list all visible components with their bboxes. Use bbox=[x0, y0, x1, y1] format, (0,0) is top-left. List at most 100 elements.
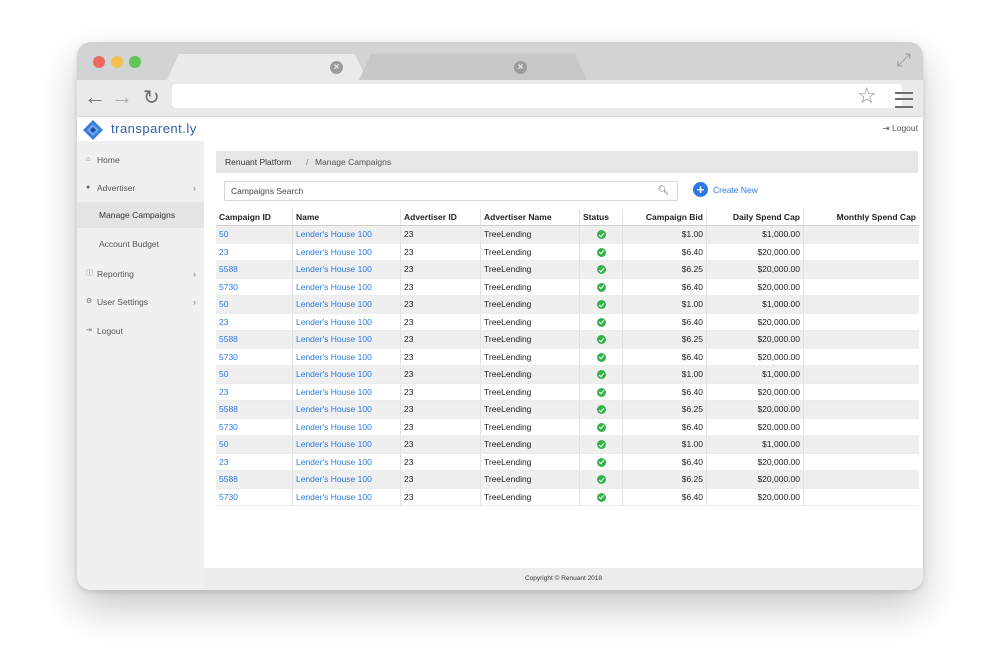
column-header[interactable]: Daily Spend Cap bbox=[706, 209, 804, 226]
table-body: 50 Lender's House 100 23 TreeLending $1.00 $1… bbox=[216, 225, 919, 506]
campaign-id-link[interactable]: 5588 bbox=[216, 470, 293, 489]
campaign-id-link[interactable]: 5730 bbox=[216, 278, 293, 296]
table-row[interactable]: 5730 Lender's House 100 23 TreeLending $6.40… bbox=[216, 278, 919, 296]
reload-icon[interactable]: ↻ bbox=[143, 85, 160, 110]
table-row[interactable]: 5730 Lender's House 100 23 TreeLending $6.40… bbox=[216, 488, 919, 506]
browser-menu-icon[interactable] bbox=[895, 92, 913, 108]
table-row[interactable]: 5588 Lender's House 100 23 TreeLending $6.25… bbox=[216, 400, 919, 419]
monthly-spend-cap-cell bbox=[803, 418, 919, 436]
campaign-name-link[interactable]: Lender's House 100 bbox=[292, 330, 401, 349]
sidebar-item-logout[interactable]: ⇥ Logout bbox=[77, 320, 204, 342]
sidebar-item-advertiser[interactable]: ● Advertiser › bbox=[77, 177, 204, 199]
table-row[interactable]: 23 Lender's House 100 23 TreeLending $6.40 $2… bbox=[216, 243, 919, 261]
sidebar: ⌂ Home ● Advertiser › Manage Campaigns A… bbox=[77, 141, 204, 590]
campaign-name-link[interactable]: Lender's House 100 bbox=[292, 418, 401, 436]
campaign-id-link[interactable]: 5588 bbox=[216, 260, 293, 279]
chevron-right-icon: › bbox=[193, 269, 196, 279]
campaign-name-link[interactable]: Lender's House 100 bbox=[292, 295, 401, 314]
table-row[interactable]: 5588 Lender's House 100 23 TreeLending $6.25… bbox=[216, 470, 919, 489]
campaign-id-link[interactable]: 5730 bbox=[216, 488, 293, 506]
advertiser-id-cell: 23 bbox=[400, 470, 481, 489]
campaign-search-input[interactable]: Campaigns Search 🔍︎ bbox=[224, 181, 678, 201]
campaign-name-link[interactable]: Lender's House 100 bbox=[292, 470, 401, 489]
address-bar[interactable] bbox=[172, 84, 902, 108]
monthly-spend-cap-cell bbox=[803, 243, 919, 261]
campaign-id-link[interactable]: 5730 bbox=[216, 418, 293, 436]
browser-tab-active[interactable]: × bbox=[167, 54, 367, 80]
campaign-id-link[interactable]: 50 bbox=[216, 295, 293, 314]
table-row[interactable]: 5588 Lender's House 100 23 TreeLending $6.25… bbox=[216, 260, 919, 279]
bookmark-star-icon[interactable]: ☆ bbox=[857, 83, 877, 109]
daily-spend-cap-cell: $1,000.00 bbox=[706, 225, 804, 244]
campaign-id-link[interactable]: 5588 bbox=[216, 330, 293, 349]
campaign-name-link[interactable]: Lender's House 100 bbox=[292, 400, 401, 419]
sidebar-item-home[interactable]: ⌂ Home bbox=[77, 149, 204, 171]
table-row[interactable]: 5730 Lender's House 100 23 TreeLending $6.40… bbox=[216, 348, 919, 366]
daily-spend-cap-cell: $20,000.00 bbox=[706, 330, 804, 349]
table-row[interactable]: 50 Lender's House 100 23 TreeLending $1.00 $1… bbox=[216, 225, 919, 244]
campaign-name-link[interactable]: Lender's House 100 bbox=[292, 488, 401, 506]
minimize-window-button[interactable] bbox=[111, 56, 123, 68]
advertiser-name-cell: TreeLending bbox=[480, 278, 580, 296]
campaign-name-link[interactable]: Lender's House 100 bbox=[292, 313, 401, 331]
browser-window: × × ⤢ ← → ↻ ☆ transparent.ly ⇥ Logout ⌂ … bbox=[77, 42, 923, 590]
column-header[interactable]: Advertiser ID bbox=[400, 209, 481, 226]
column-header[interactable]: Campaign Bid bbox=[622, 209, 707, 226]
campaign-id-link[interactable]: 5730 bbox=[216, 348, 293, 366]
maximize-window-button[interactable] bbox=[129, 56, 141, 68]
column-header[interactable]: Monthly Spend Cap bbox=[803, 209, 919, 226]
campaign-bid-cell: $6.25 bbox=[622, 400, 707, 419]
table-row[interactable]: 23 Lender's House 100 23 TreeLending $6.40 $2… bbox=[216, 313, 919, 331]
campaign-name-link[interactable]: Lender's House 100 bbox=[292, 348, 401, 366]
tab-close-icon[interactable]: × bbox=[330, 61, 343, 74]
forward-icon[interactable]: → bbox=[111, 84, 133, 110]
campaign-name-link[interactable]: Lender's House 100 bbox=[292, 453, 401, 471]
back-icon[interactable]: ← bbox=[84, 84, 106, 110]
table-row[interactable]: 50 Lender's House 100 23 TreeLending $1.00 $1… bbox=[216, 435, 919, 454]
campaign-bid-cell: $6.40 bbox=[622, 418, 707, 436]
check-circle-icon bbox=[596, 422, 606, 432]
campaign-id-link[interactable]: 5588 bbox=[216, 400, 293, 419]
search-icon[interactable]: 🔍︎ bbox=[658, 185, 669, 196]
sidebar-item-user-settings[interactable]: ⚙ User Settings › bbox=[77, 291, 204, 313]
sidebar-item-account-budget[interactable]: Account Budget bbox=[77, 231, 204, 257]
campaign-name-link[interactable]: Lender's House 100 bbox=[292, 225, 401, 244]
table-header-row: Campaign ID Name Advertiser ID Advertise… bbox=[216, 209, 919, 226]
campaign-id-link[interactable]: 23 bbox=[216, 383, 293, 401]
advertiser-name-cell: TreeLending bbox=[480, 435, 580, 454]
breadcrumb-root-link[interactable]: Renuant Platform bbox=[225, 151, 291, 173]
campaign-name-link[interactable]: Lender's House 100 bbox=[292, 278, 401, 296]
monthly-spend-cap-cell bbox=[803, 470, 919, 489]
campaign-name-link[interactable]: Lender's House 100 bbox=[292, 365, 401, 384]
sidebar-item-reporting[interactable]: ⓘ Reporting › bbox=[77, 263, 204, 285]
home-icon: ⌂ bbox=[86, 156, 91, 163]
campaign-name-link[interactable]: Lender's House 100 bbox=[292, 260, 401, 279]
monthly-spend-cap-cell bbox=[803, 435, 919, 454]
column-header[interactable]: Advertiser Name bbox=[480, 209, 580, 226]
campaign-id-link[interactable]: 50 bbox=[216, 365, 293, 384]
header-logout-link[interactable]: ⇥ Logout bbox=[883, 123, 918, 134]
campaign-id-link[interactable]: 50 bbox=[216, 435, 293, 454]
campaign-name-link[interactable]: Lender's House 100 bbox=[292, 435, 401, 454]
column-header[interactable]: Status bbox=[579, 209, 623, 226]
column-header[interactable]: Name bbox=[292, 209, 401, 226]
sidebar-item-manage-campaigns[interactable]: Manage Campaigns bbox=[77, 202, 204, 228]
status-cell bbox=[579, 453, 623, 471]
campaign-id-link[interactable]: 50 bbox=[216, 225, 293, 244]
close-window-button[interactable] bbox=[93, 56, 105, 68]
column-header[interactable]: Campaign ID bbox=[216, 209, 293, 226]
fullscreen-icon[interactable]: ⤢ bbox=[897, 50, 911, 71]
campaign-id-link[interactable]: 23 bbox=[216, 313, 293, 331]
table-row[interactable]: 50 Lender's House 100 23 TreeLending $1.00 $1… bbox=[216, 295, 919, 314]
campaign-id-link[interactable]: 23 bbox=[216, 243, 293, 261]
table-row[interactable]: 5730 Lender's House 100 23 TreeLending $6.40… bbox=[216, 418, 919, 436]
table-row[interactable]: 23 Lender's House 100 23 TreeLending $6.40 $2… bbox=[216, 383, 919, 401]
table-row[interactable]: 23 Lender's House 100 23 TreeLending $6.40 $2… bbox=[216, 453, 919, 471]
campaign-name-link[interactable]: Lender's House 100 bbox=[292, 243, 401, 261]
campaign-id-link[interactable]: 23 bbox=[216, 453, 293, 471]
monthly-spend-cap-cell bbox=[803, 453, 919, 471]
table-row[interactable]: 5588 Lender's House 100 23 TreeLending $6.25… bbox=[216, 330, 919, 349]
tab-close-icon[interactable]: × bbox=[514, 61, 527, 74]
table-row[interactable]: 50 Lender's House 100 23 TreeLending $1.00 $1… bbox=[216, 365, 919, 384]
campaign-name-link[interactable]: Lender's House 100 bbox=[292, 383, 401, 401]
